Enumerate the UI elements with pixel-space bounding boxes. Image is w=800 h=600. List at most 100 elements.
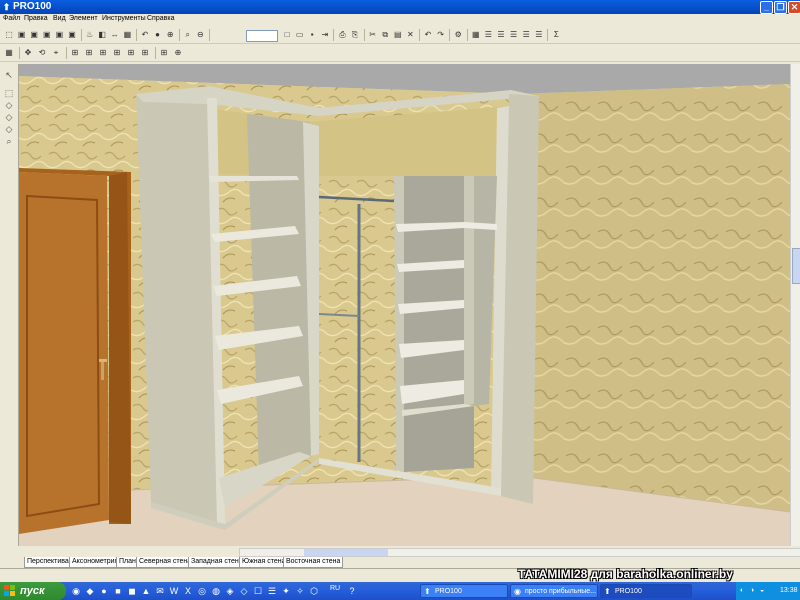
box-icon[interactable]: ▣	[67, 29, 77, 40]
align-icon[interactable]: ⊞	[140, 47, 150, 58]
quicklaunch-icon[interactable]: ☰	[266, 585, 278, 597]
select-icon[interactable]: ⬚	[3, 88, 15, 99]
dimension-icon[interactable]: ↔	[110, 29, 120, 40]
menu-element[interactable]: Элемент	[69, 15, 98, 22]
rotate-icon[interactable]: ⟲	[37, 47, 47, 58]
sphere-icon[interactable]: ●	[153, 29, 163, 40]
tab-perspective[interactable]: Перспектива	[24, 557, 72, 568]
quicklaunch-icon[interactable]: ▲	[140, 585, 152, 597]
quicklaunch-icon[interactable]: ■	[112, 585, 124, 597]
copy-icon[interactable]: ⧉	[380, 29, 390, 40]
taskbar-button-browser[interactable]: ◉ просто прибыльные...	[510, 584, 598, 598]
print-icon[interactable]: ⎙	[337, 29, 347, 40]
start-button[interactable]: пуск	[0, 582, 66, 600]
shape-icon[interactable]: ◇	[3, 100, 15, 111]
box-icon[interactable]: ▣	[17, 29, 27, 40]
zoom-icon[interactable]: ⌕	[3, 136, 15, 147]
quicklaunch-icon[interactable]: ✉	[154, 585, 166, 597]
tab-south-wall[interactable]: Южная стена	[239, 557, 289, 568]
list-icon[interactable]: ☰	[521, 29, 531, 40]
quicklaunch-icon[interactable]: ✧	[294, 585, 306, 597]
quicklaunch-icon[interactable]: ◍	[210, 585, 222, 597]
grid-icon[interactable]: ▦	[4, 47, 14, 58]
align-icon[interactable]: ⊞	[112, 47, 122, 58]
sum-icon[interactable]: Σ	[551, 29, 561, 40]
tab-north-wall[interactable]: Северная стена	[136, 557, 195, 568]
align-icon[interactable]: ⊞	[84, 47, 94, 58]
list-icon[interactable]: ☰	[509, 29, 519, 40]
tab-axonometry[interactable]: Аксонометрия	[69, 557, 122, 568]
taskbar-button-pro100-active[interactable]: ⬆ PRO100	[600, 584, 692, 598]
quicklaunch-icon[interactable]: ◇	[238, 585, 250, 597]
shape-icon[interactable]: ◇	[3, 124, 15, 135]
delete-icon[interactable]: ✕	[405, 29, 415, 40]
light-bulb-icon[interactable]: ♨	[85, 29, 95, 40]
list-icon[interactable]: ☰	[483, 29, 493, 40]
align-icon[interactable]: ⊞	[98, 47, 108, 58]
target-icon[interactable]: ⊕	[165, 29, 175, 40]
save-icon[interactable]: ▪	[307, 29, 317, 40]
align-icon[interactable]: ⊞	[159, 47, 169, 58]
zoom-icon[interactable]: ⌕	[183, 29, 193, 40]
3d-viewport[interactable]	[19, 64, 790, 546]
new-icon[interactable]: □	[282, 29, 292, 40]
material-icon[interactable]: ◧	[97, 29, 107, 40]
align-icon[interactable]: ⊞	[70, 47, 80, 58]
print-preview-icon[interactable]: ⎘	[350, 29, 360, 40]
tray-icon[interactable]: ◐	[740, 582, 744, 600]
clock[interactable]: 13:38	[780, 582, 798, 600]
taskbar-button-pro100[interactable]: ⬆ PRO100	[420, 584, 508, 598]
target-icon[interactable]: ⊕	[173, 47, 183, 58]
export-icon[interactable]: ⇥	[320, 29, 330, 40]
quicklaunch-icon[interactable]: ◉	[70, 585, 82, 597]
quicklaunch-icon[interactable]: ◼	[126, 585, 138, 597]
menu-tools[interactable]: Инструменты	[102, 15, 146, 22]
vertical-scroll-thumb[interactable]	[792, 248, 800, 284]
move-icon[interactable]: ✥	[23, 47, 33, 58]
cut-icon[interactable]: ✂	[368, 29, 378, 40]
quicklaunch-icon[interactable]: ◆	[84, 585, 96, 597]
minimize-button[interactable]: _	[760, 1, 773, 14]
open-icon[interactable]: ▭	[295, 29, 305, 40]
tab-east-wall[interactable]: Восточная стена	[283, 557, 344, 568]
language-indicator[interactable]: RU	[330, 585, 340, 592]
quicklaunch-icon[interactable]: W	[168, 585, 180, 597]
quicklaunch-icon[interactable]: ✦	[280, 585, 292, 597]
menu-help[interactable]: Справка	[147, 15, 174, 22]
horizontal-scrollbar[interactable]	[239, 548, 800, 557]
zoom-out-icon[interactable]: ⊖	[195, 29, 205, 40]
texture-icon[interactable]: ▦	[122, 29, 132, 40]
align-icon[interactable]: ⊞	[126, 47, 136, 58]
list-icon[interactable]: ☰	[496, 29, 506, 40]
tray-icon[interactable]: ◑	[750, 582, 754, 600]
grid-icon[interactable]: ▦	[471, 29, 481, 40]
paste-icon[interactable]: ▤	[393, 29, 403, 40]
undo-icon[interactable]: ↶	[423, 29, 433, 40]
cursor-icon[interactable]: ↖	[3, 70, 15, 81]
open-box-icon[interactable]: ⬚	[4, 29, 14, 40]
close-button[interactable]: ✕	[788, 1, 800, 14]
zoom-input[interactable]	[246, 30, 278, 42]
properties-icon[interactable]: ⚙	[453, 29, 463, 40]
horizontal-scroll-thumb[interactable]	[304, 549, 388, 556]
quicklaunch-icon[interactable]: ◎	[196, 585, 208, 597]
quicklaunch-icon[interactable]: ☐	[252, 585, 264, 597]
undo-icon[interactable]: ↶	[140, 29, 150, 40]
list-icon[interactable]: ☰	[534, 29, 544, 40]
menu-view[interactable]: Вид	[53, 15, 66, 22]
help-icon[interactable]: ?	[346, 585, 358, 597]
menu-file[interactable]: Файл	[3, 15, 20, 22]
tab-west-wall[interactable]: Западная стена	[188, 557, 246, 568]
quicklaunch-icon[interactable]: ⬡	[308, 585, 320, 597]
box-icon[interactable]: ▣	[42, 29, 52, 40]
quicklaunch-icon[interactable]: ◈	[224, 585, 236, 597]
vertical-scrollbar[interactable]	[790, 64, 800, 546]
box-icon[interactable]: ▣	[29, 29, 39, 40]
box-icon[interactable]: ▣	[54, 29, 64, 40]
redo-icon[interactable]: ↷	[436, 29, 446, 40]
quicklaunch-icon[interactable]: X	[182, 585, 194, 597]
quicklaunch-icon[interactable]: ●	[98, 585, 110, 597]
menu-edit[interactable]: Правка	[24, 15, 48, 22]
shape-icon[interactable]: ◇	[3, 112, 15, 123]
tray-icon[interactable]: ◒	[760, 582, 764, 600]
